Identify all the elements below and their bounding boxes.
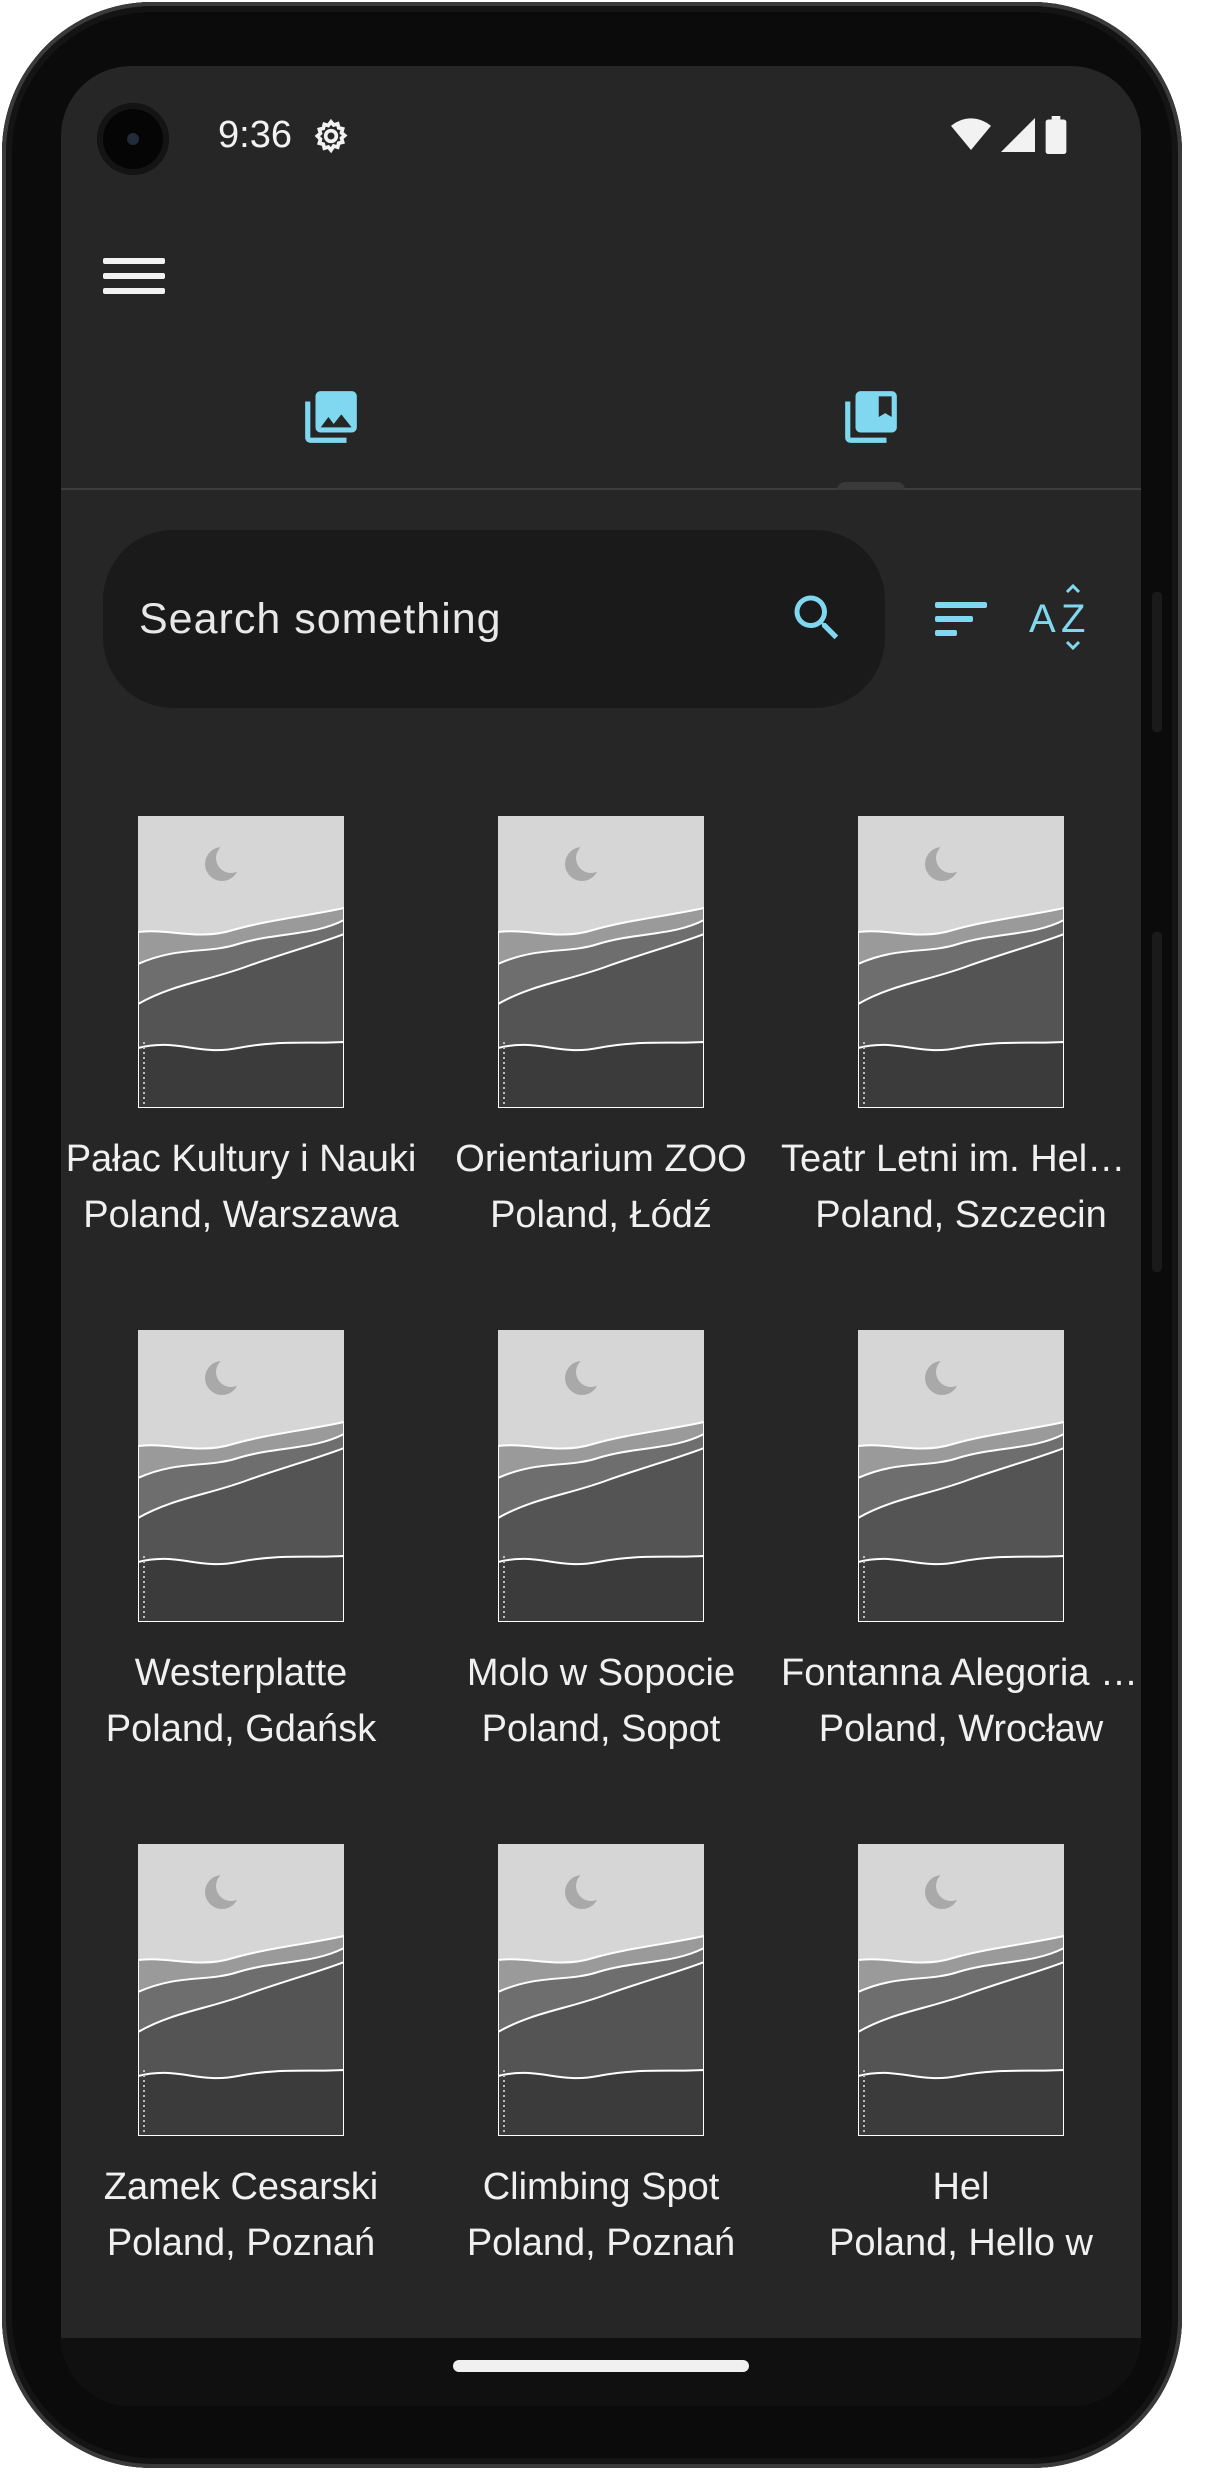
place-location: Poland, Sopot xyxy=(481,1708,721,1750)
place-title: Westerplatte xyxy=(134,1652,348,1694)
place-card[interactable]: Fontanna Alegoria Odry Poland, Wrocław xyxy=(781,1330,1141,1810)
place-thumbnail xyxy=(498,1844,704,2136)
selected-tab-indicator xyxy=(837,482,905,490)
search-input[interactable] xyxy=(137,580,761,658)
place-title: Orientarium ZOO xyxy=(455,1138,747,1180)
power-button xyxy=(1152,592,1162,732)
place-location: Poland, Łódź xyxy=(490,1194,712,1236)
placeholder-landscape-image xyxy=(498,1330,704,1622)
svg-text:Z: Z xyxy=(1061,597,1085,641)
system-navigation-bar xyxy=(61,2338,1141,2406)
place-card[interactable]: Hel Poland, Hello w xyxy=(781,1844,1141,2324)
placeholder-landscape-image xyxy=(858,816,1064,1108)
sort-az-icon: A Z xyxy=(1029,583,1085,651)
place-location: Poland, Poznań xyxy=(106,2222,376,2264)
placeholder-landscape-image xyxy=(858,1330,1064,1622)
collections-bookmark-icon xyxy=(845,391,897,443)
menu-button[interactable] xyxy=(101,246,167,306)
photo-library-icon xyxy=(305,391,357,443)
place-thumbnail xyxy=(138,1330,344,1622)
tab-photos[interactable] xyxy=(61,346,601,488)
place-location: Poland, Poznań xyxy=(466,2222,736,2264)
place-title: Molo w Sopocie xyxy=(466,1652,736,1694)
place-thumbnail xyxy=(138,816,344,1108)
battery-icon xyxy=(1045,116,1067,158)
place-card[interactable]: Westerplatte Poland, Gdańsk xyxy=(61,1330,421,1810)
tab-bar xyxy=(61,346,1141,490)
search-row: A Z xyxy=(61,530,1141,708)
volume-button xyxy=(1152,932,1162,1272)
place-card[interactable]: Zamek Cesarski Poland, Poznań xyxy=(61,1844,421,2324)
place-title: Fontanna Alegoria Odry xyxy=(781,1652,1141,1694)
placeholder-landscape-image xyxy=(138,1844,344,2136)
place-location: Poland, Gdańsk xyxy=(105,1708,377,1750)
placeholder-landscape-image xyxy=(498,816,704,1108)
place-title: Hel xyxy=(932,2166,990,2208)
home-indicator[interactable] xyxy=(453,2360,749,2372)
place-thumbnail xyxy=(498,1330,704,1622)
app-bar xyxy=(61,206,1141,346)
place-thumbnail xyxy=(858,1330,1064,1622)
place-location: Poland, Warszawa xyxy=(83,1194,399,1236)
status-bar: 9:36 xyxy=(61,66,1141,206)
place-title: Zamek Cesarski xyxy=(103,2166,379,2208)
place-location: Poland, Hello w xyxy=(828,2222,1094,2264)
place-card[interactable]: Orientarium ZOO Poland, Łódź xyxy=(421,816,781,1296)
place-card[interactable]: Pałac Kultury i Nauki Poland, Warszawa xyxy=(61,816,421,1296)
sort-icon xyxy=(935,602,987,636)
place-thumbnail xyxy=(138,1844,344,2136)
wifi-icon xyxy=(951,118,991,156)
place-location: Poland, Wrocław xyxy=(818,1708,1104,1750)
place-card[interactable]: Climbing Spot Poland, Poznań xyxy=(421,1844,781,2324)
place-thumbnail xyxy=(858,816,1064,1108)
search-box xyxy=(103,530,885,708)
place-thumbnail xyxy=(858,1844,1064,2136)
screen: 9:36 Search something A Z Pałac Kultury … xyxy=(61,66,1141,2406)
status-time: 9:36 xyxy=(218,114,292,156)
search-icon[interactable] xyxy=(787,588,847,652)
settings-gear-icon xyxy=(311,116,351,160)
status-icons xyxy=(951,116,1067,158)
place-card[interactable]: Molo w Sopocie Poland, Sopot xyxy=(421,1330,781,1810)
phone-frame: 9:36 Search something A Z Pałac Kultury … xyxy=(2,2,1182,2468)
place-thumbnail xyxy=(498,816,704,1108)
placeholder-landscape-image xyxy=(138,1330,344,1622)
sort-button[interactable] xyxy=(927,582,997,658)
tab-collections[interactable] xyxy=(601,346,1141,488)
place-title: Pałac Kultury i Nauki xyxy=(65,1138,417,1180)
placeholder-landscape-image xyxy=(858,1844,1064,2136)
front-camera xyxy=(97,103,169,175)
placeholder-landscape-image xyxy=(138,816,344,1108)
menu-icon xyxy=(103,258,165,294)
place-location: Poland, Szczecin xyxy=(815,1194,1107,1236)
sort-alphabetical-button[interactable]: A Z xyxy=(1027,582,1099,658)
place-title: Climbing Spot xyxy=(482,2166,720,2208)
svg-text:A: A xyxy=(1029,597,1056,641)
place-title: Teatr Letni im. Heleny Majdaniec xyxy=(781,1138,1141,1180)
cell-signal-icon xyxy=(1001,118,1035,156)
place-card[interactable]: Teatr Letni im. Heleny Majdaniec Poland,… xyxy=(781,816,1141,1296)
placeholder-landscape-image xyxy=(498,1844,704,2136)
